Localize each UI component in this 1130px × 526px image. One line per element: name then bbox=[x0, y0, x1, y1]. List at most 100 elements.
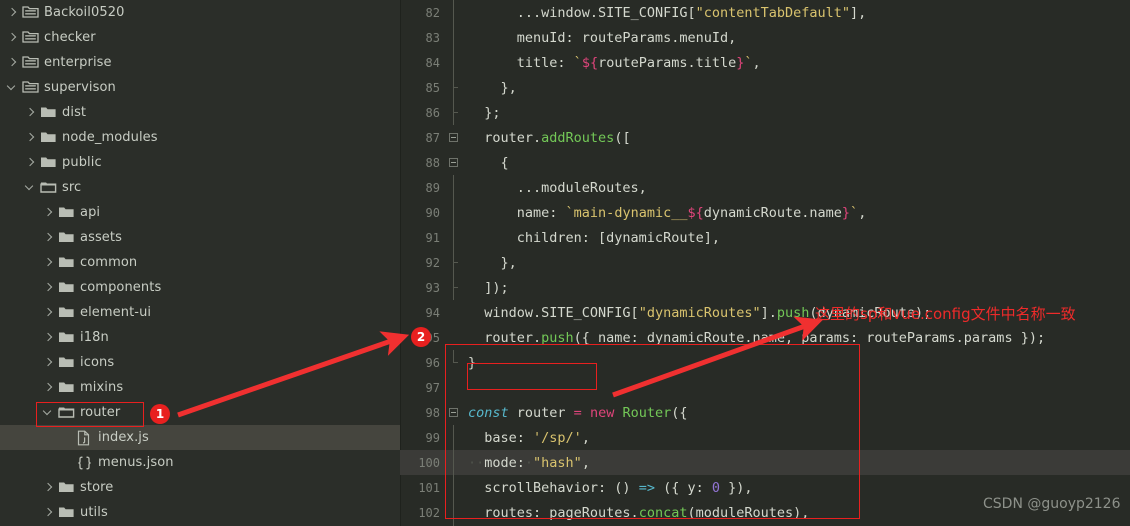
code-text: { bbox=[468, 154, 509, 171]
folder-icon bbox=[58, 255, 75, 270]
code-text: ··mode:·"hash", bbox=[468, 454, 590, 471]
js-file-icon bbox=[76, 430, 93, 446]
fold-guide bbox=[446, 200, 464, 225]
line-number: 93 bbox=[425, 280, 440, 295]
chevron-right-icon[interactable] bbox=[24, 106, 37, 119]
chevron-right-icon[interactable] bbox=[6, 56, 19, 69]
code-line-98[interactable]: 98 const router = new Router({ bbox=[400, 400, 1130, 425]
chevron-down-icon[interactable] bbox=[6, 81, 19, 94]
fold-guide bbox=[446, 450, 464, 475]
tree-item-public[interactable]: public bbox=[0, 150, 400, 175]
line-number: 102 bbox=[418, 505, 440, 520]
code-text: ]); bbox=[468, 279, 509, 296]
fold-guide bbox=[446, 425, 464, 450]
code-line-82[interactable]: 82 ...window.SITE_CONFIG["contentTabDefa… bbox=[400, 0, 1130, 25]
fold-toggle-icon[interactable] bbox=[446, 125, 464, 150]
fold-guide bbox=[446, 475, 464, 500]
chevron-right-icon[interactable] bbox=[42, 381, 55, 394]
chevron-none-icon bbox=[60, 456, 73, 469]
tree-item-assets[interactable]: assets bbox=[0, 225, 400, 250]
tree-item-components[interactable]: components bbox=[0, 275, 400, 300]
folder-icon bbox=[40, 105, 57, 120]
code-line-89[interactable]: 89 ...moduleRoutes, bbox=[400, 175, 1130, 200]
code-line-100[interactable]: 100 ··mode:·"hash", bbox=[400, 450, 1130, 475]
code-lines[interactable]: 82 ...window.SITE_CONFIG["contentTabDefa… bbox=[400, 0, 1130, 526]
line-number: 84 bbox=[425, 55, 440, 70]
tree-item-i18n[interactable]: i18n bbox=[0, 325, 400, 350]
tree-item-element-ui[interactable]: element-ui bbox=[0, 300, 400, 325]
tree-item-label: i18n bbox=[80, 330, 109, 345]
code-line-83[interactable]: 83 menuId: routeParams.menuId, bbox=[400, 25, 1130, 50]
code-text: menuId: routeParams.menuId, bbox=[468, 29, 737, 46]
folder-icon bbox=[40, 130, 57, 145]
chevron-down-icon[interactable] bbox=[24, 181, 37, 194]
code-text: scrollBehavior: () => ({ y: 0 }), bbox=[468, 479, 753, 496]
folder-icon bbox=[40, 155, 57, 170]
tree-item-supervison[interactable]: supervison bbox=[0, 75, 400, 100]
tree-item-mixins[interactable]: mixins bbox=[0, 375, 400, 400]
chevron-right-icon[interactable] bbox=[24, 131, 37, 144]
fold-toggle-icon[interactable] bbox=[446, 150, 464, 175]
fold-toggle-icon[interactable] bbox=[446, 400, 464, 425]
chevron-down-icon[interactable] bbox=[42, 406, 55, 419]
chevron-right-icon[interactable] bbox=[42, 506, 55, 519]
chevron-right-icon[interactable] bbox=[42, 356, 55, 369]
code-text: router.push({ name: dynamicRoute.name, p… bbox=[468, 329, 1046, 346]
folder-open-icon bbox=[58, 405, 75, 420]
code-line-85[interactable]: 85 }, bbox=[400, 75, 1130, 100]
code-line-87[interactable]: 87 router.addRoutes([ bbox=[400, 125, 1130, 150]
code-line-92[interactable]: 92 }, bbox=[400, 250, 1130, 275]
code-line-97[interactable]: 97 bbox=[400, 375, 1130, 400]
code-line-90[interactable]: 90 name: `main-dynamic__${dynamicRoute.n… bbox=[400, 200, 1130, 225]
code-text: const router = new Router({ bbox=[468, 404, 688, 421]
tree-item-index-js[interactable]: index.js bbox=[0, 425, 400, 450]
chevron-right-icon[interactable] bbox=[6, 31, 19, 44]
code-line-96[interactable]: 96} bbox=[400, 350, 1130, 375]
chevron-right-icon[interactable] bbox=[42, 256, 55, 269]
code-editor[interactable]: 82 ...window.SITE_CONFIG["contentTabDefa… bbox=[400, 0, 1130, 526]
tree-item-label: assets bbox=[80, 230, 122, 245]
tree-item-store[interactable]: store bbox=[0, 475, 400, 500]
chevron-right-icon[interactable] bbox=[42, 281, 55, 294]
code-text: name: `main-dynamic__${dynamicRoute.name… bbox=[468, 204, 867, 221]
tree-item-api[interactable]: api bbox=[0, 200, 400, 225]
tree-item-menus-json[interactable]: menus.json bbox=[0, 450, 400, 475]
code-line-84[interactable]: 84 title: `${routeParams.title}`, bbox=[400, 50, 1130, 75]
tree-item-label: public bbox=[62, 155, 102, 170]
chevron-right-icon[interactable] bbox=[6, 6, 19, 19]
tree-item-common[interactable]: common bbox=[0, 250, 400, 275]
tree-item-utils[interactable]: utils bbox=[0, 500, 400, 525]
code-text: } bbox=[468, 354, 477, 371]
code-line-93[interactable]: 93 ]); bbox=[400, 275, 1130, 300]
chevron-right-icon[interactable] bbox=[24, 156, 37, 169]
code-text: }, bbox=[468, 79, 517, 96]
tree-item-label: icons bbox=[80, 355, 115, 370]
tree-item-node-modules[interactable]: node_modules bbox=[0, 125, 400, 150]
chevron-right-icon[interactable] bbox=[42, 306, 55, 319]
chevron-right-icon[interactable] bbox=[42, 331, 55, 344]
code-line-99[interactable]: 99 base: '/sp/', bbox=[400, 425, 1130, 450]
tree-item-router[interactable]: router bbox=[0, 400, 400, 425]
tree-item-label: element-ui bbox=[80, 305, 152, 320]
code-line-95[interactable]: 95 router.push({ name: dynamicRoute.name… bbox=[400, 325, 1130, 350]
tree-item-backoil0520[interactable]: Backoil0520 bbox=[0, 0, 400, 25]
chevron-right-icon[interactable] bbox=[42, 206, 55, 219]
fold-guide bbox=[446, 75, 464, 100]
folder-icon bbox=[58, 480, 75, 495]
tree-item-dist[interactable]: dist bbox=[0, 100, 400, 125]
tree-item-checker[interactable]: checker bbox=[0, 25, 400, 50]
code-text: title: `${routeParams.title}`, bbox=[468, 54, 761, 71]
code-line-91[interactable]: 91 children: [dynamicRoute], bbox=[400, 225, 1130, 250]
tree-item-label: router bbox=[80, 405, 121, 420]
project-file-tree[interactable]: Backoil0520 checker enterprise supervison di… bbox=[0, 0, 400, 526]
code-line-88[interactable]: 88 { bbox=[400, 150, 1130, 175]
file-tree-list[interactable]: Backoil0520 checker enterprise supervison di… bbox=[0, 0, 400, 525]
chevron-right-icon[interactable] bbox=[42, 481, 55, 494]
fold-guide bbox=[446, 375, 464, 400]
chevron-right-icon[interactable] bbox=[42, 231, 55, 244]
fold-guide bbox=[446, 500, 464, 525]
tree-item-enterprise[interactable]: enterprise bbox=[0, 50, 400, 75]
tree-item-icons[interactable]: icons bbox=[0, 350, 400, 375]
tree-item-src[interactable]: src bbox=[0, 175, 400, 200]
code-line-86[interactable]: 86 }; bbox=[400, 100, 1130, 125]
